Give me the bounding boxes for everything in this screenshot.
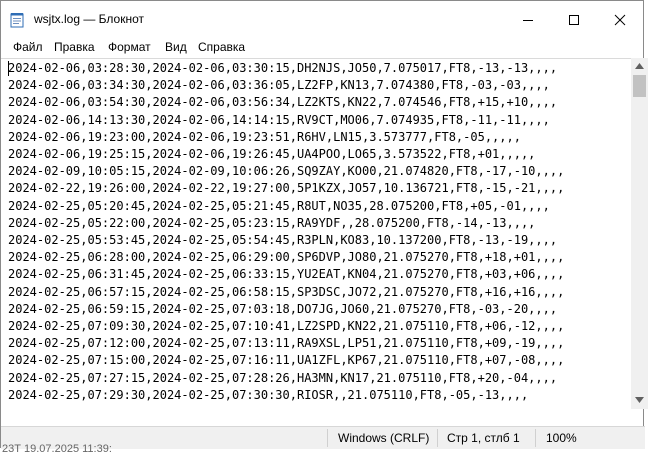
menu-edit[interactable]: Правка (53, 40, 96, 54)
status-cursor-position: Стр 1, стлб 1 (447, 431, 520, 445)
text-line[interactable]: 2024-02-25,07:12:00,2024-02-25,07:13:11,… (8, 335, 564, 352)
window-title: wsjtx.log — Блокнот (34, 12, 145, 26)
close-button[interactable] (597, 1, 643, 39)
status-zoom: 100% (546, 431, 577, 445)
text-line[interactable]: 2024-02-06,14:13:30,2024-02-06,14:14:15,… (8, 112, 564, 129)
text-line[interactable]: 2024-02-06,19:25:15,2024-02-06,19:26:45,… (8, 146, 564, 163)
text-content[interactable]: 2024-02-06,03:28:30,2024-02-06,03:30:15,… (8, 60, 564, 404)
text-editor[interactable]: 2024-02-06,03:28:30,2024-02-06,03:30:15,… (1, 58, 631, 410)
text-line[interactable]: 2024-02-25,07:27:15,2024-02-25,07:28:26,… (8, 370, 564, 387)
menu-bar: Файл Правка Формат Вид Справка (1, 39, 643, 57)
scroll-thumb[interactable] (633, 75, 646, 97)
text-line[interactable]: 2024-02-06,03:28:30,2024-02-06,03:30:15,… (8, 60, 564, 77)
text-line[interactable]: 2024-02-25,05:20:45,2024-02-25,05:21:45,… (8, 198, 564, 215)
scroll-down-arrow-icon (635, 397, 644, 403)
maximize-icon (569, 15, 579, 25)
background-taskbar-text: 23Т 19.07.2025 11:39: (2, 443, 112, 455)
close-icon (614, 14, 626, 26)
text-line[interactable]: 2024-02-25,06:28:00,2024-02-25,06:29:00,… (8, 249, 564, 266)
menu-file[interactable]: Файл (12, 40, 44, 54)
text-line[interactable]: 2024-02-25,07:29:30,2024-02-25,07:30:30,… (8, 387, 564, 404)
status-encoding: Windows (CRLF) (338, 431, 430, 445)
menu-format[interactable]: Формат (107, 40, 152, 54)
text-line[interactable]: 2024-02-06,03:54:30,2024-02-06,03:56:34,… (8, 94, 564, 111)
text-line[interactable]: 2024-02-22,19:26:00,2024-02-22,19:27:00,… (8, 180, 564, 197)
status-separator (327, 429, 328, 447)
notepad-window: wsjtx.log — Блокнот Файл Правка Формат В… (0, 0, 648, 449)
minimize-icon (523, 20, 533, 21)
menu-view[interactable]: Вид (164, 40, 188, 54)
text-line[interactable]: 2024-02-06,03:34:30,2024-02-06,03:36:05,… (8, 77, 564, 94)
vertical-scrollbar[interactable] (631, 58, 648, 409)
minimize-button[interactable] (505, 1, 551, 39)
text-line[interactable]: 2024-02-25,06:57:15,2024-02-25,06:58:15,… (8, 284, 564, 301)
text-line[interactable]: 2024-02-25,06:59:15,2024-02-25,07:03:18,… (8, 301, 564, 318)
scroll-up-arrow-icon (635, 63, 644, 69)
notepad-app-icon (10, 13, 24, 28)
text-line[interactable]: 2024-02-06,19:23:00,2024-02-06,19:23:51,… (8, 129, 564, 146)
scroll-down-button[interactable] (631, 392, 648, 409)
scroll-up-button[interactable] (631, 58, 648, 75)
status-separator (437, 429, 438, 447)
text-line[interactable]: 2024-02-09,10:05:15,2024-02-09,10:06:26,… (8, 163, 564, 180)
text-line[interactable]: 2024-02-25,06:31:45,2024-02-25,06:33:15,… (8, 266, 564, 283)
maximize-button[interactable] (551, 1, 597, 39)
text-line[interactable]: 2024-02-25,05:22:00,2024-02-25,05:23:15,… (8, 215, 564, 232)
status-separator (535, 429, 536, 447)
menu-help[interactable]: Справка (197, 40, 246, 54)
text-line[interactable]: 2024-02-25,07:09:30,2024-02-25,07:10:41,… (8, 318, 564, 335)
text-caret (8, 61, 9, 76)
text-line[interactable]: 2024-02-25,05:53:45,2024-02-25,05:54:45,… (8, 232, 564, 249)
title-bar[interactable]: wsjtx.log — Блокнот (1, 1, 643, 39)
text-line[interactable]: 2024-02-25,07:15:00,2024-02-25,07:16:11,… (8, 352, 564, 369)
